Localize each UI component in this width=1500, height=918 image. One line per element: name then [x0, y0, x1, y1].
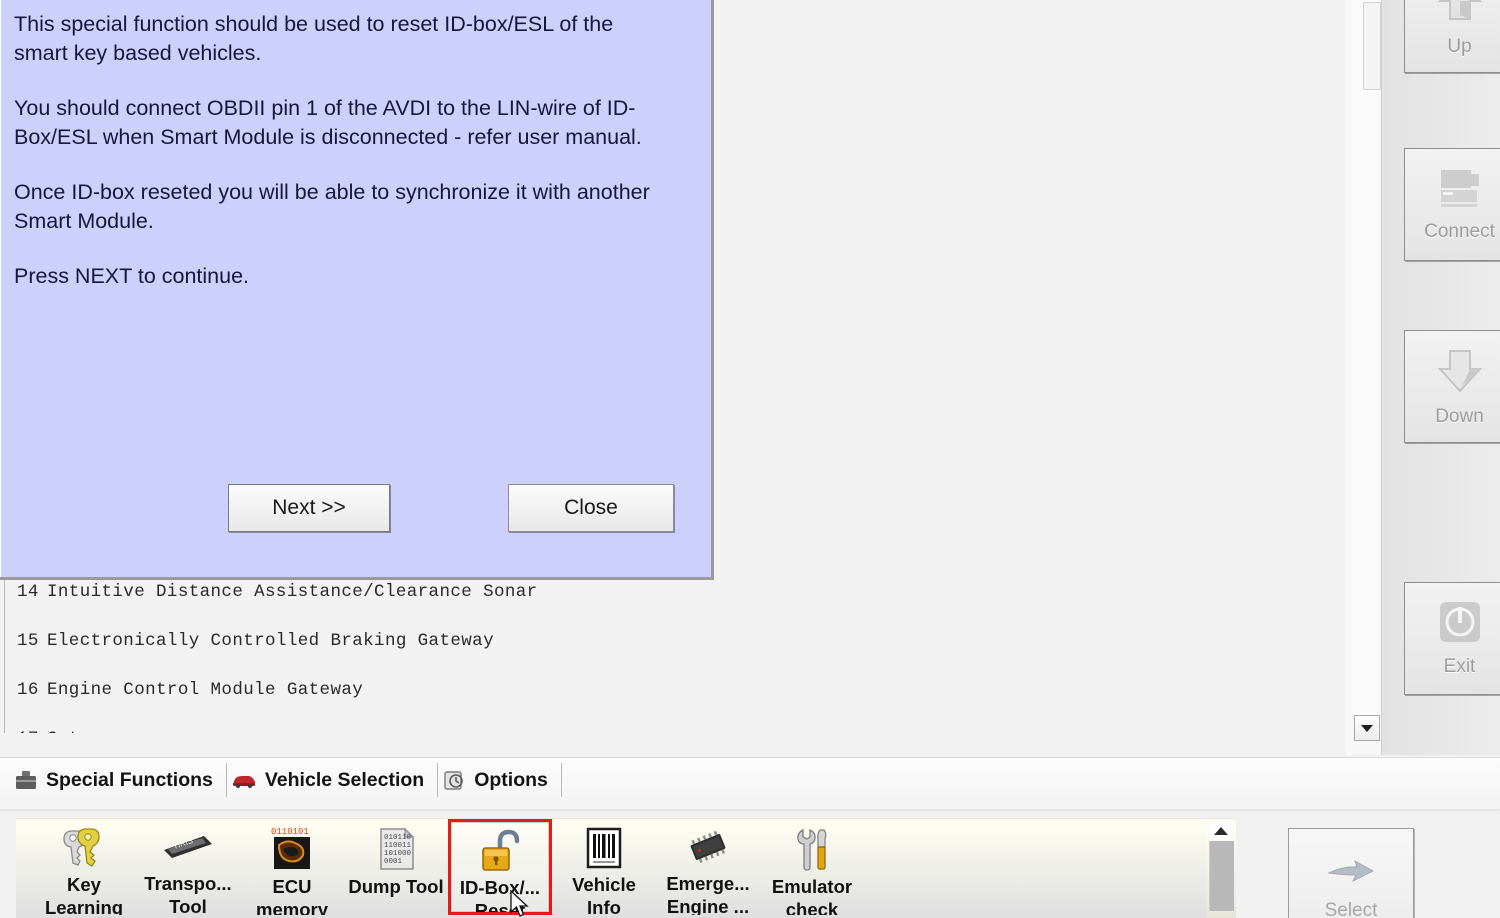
toolbar-item-label: Emerge... Engine ...	[666, 872, 750, 915]
svg-text:110011: 110011	[384, 842, 412, 850]
dump-file-icon: 010110 110011 101000 0001	[371, 825, 421, 873]
toolbar-item-label: Transpo... Tool	[144, 872, 232, 915]
svg-text:0110101: 0110101	[271, 827, 309, 837]
tab-label: Options	[474, 768, 548, 791]
tab-vehicle-selection[interactable]: Vehicle Selection	[227, 763, 437, 797]
toolbar-item-dump-tool[interactable]: 010110 110011 101000 0001 Dump Tool	[344, 819, 448, 915]
down-button[interactable]: Down	[1404, 330, 1500, 443]
tiris-transponder-icon: TIRIS	[160, 825, 216, 870]
module-list[interactable]: 14 Intuitive Distance Assistance/Clearan…	[4, 578, 1340, 733]
toolbox-icon	[14, 769, 38, 791]
list-item-label: Engine Control Module Gateway	[47, 680, 364, 700]
list-item-label: Gateway	[47, 729, 123, 733]
function-toolbar-items: Key Learning TIRIS Transpo... Tool 0110101	[16, 819, 1236, 918]
chevron-down-icon	[1361, 724, 1373, 732]
toolbar-item-transponder-tool[interactable]: TIRIS Transpo... Tool	[136, 819, 240, 915]
right-arrow-icon	[1325, 859, 1377, 890]
power-icon	[1437, 599, 1483, 650]
toolbar-vertical-scrollbar[interactable]	[1206, 819, 1236, 918]
list-item-label: Electronically Controlled Braking Gatewa…	[47, 631, 494, 651]
scrollbar-track[interactable]	[1352, 0, 1381, 715]
svg-text:101000: 101000	[384, 850, 412, 858]
down-arrow-icon	[1433, 345, 1487, 400]
svg-text:0001: 0001	[384, 858, 403, 866]
tab-special-functions[interactable]: Special Functions	[10, 763, 226, 797]
svg-text:010110: 010110	[384, 834, 412, 842]
toolbar-scrollbar-thumb[interactable]	[1209, 841, 1234, 911]
scrollbar-thumb[interactable]	[1363, 2, 1381, 90]
list-item-index: 15	[17, 631, 39, 651]
open-padlock-icon	[476, 828, 524, 874]
list-item-index: 16	[17, 680, 39, 700]
special-function-dialog: This special function should be used to …	[0, 0, 714, 580]
toolbar-scroll-up-button[interactable]	[1210, 822, 1232, 840]
list-item[interactable]: 15 Electronically Controlled Braking Gat…	[5, 627, 1340, 676]
list-item[interactable]: 16 Engine Control Module Gateway	[5, 676, 1340, 725]
right-button-sidebar: Up Connect Down Exit	[1381, 0, 1500, 755]
toolbar-item-id-box-reset[interactable]: ID-Box/... Reset	[448, 819, 552, 915]
chip-icon	[682, 825, 734, 870]
exit-button-label: Exit	[1443, 656, 1476, 677]
next-button[interactable]: Next >>	[228, 484, 390, 532]
tab-strip: Special Functions Vehicle Selection Opti…	[0, 757, 1500, 811]
content-vertical-scrollbar[interactable]	[1346, 0, 1382, 755]
dialog-paragraph: You should connect OBDII pin 1 of the AV…	[14, 96, 642, 149]
list-item[interactable]: 17 Gateway	[5, 725, 1340, 733]
toolbar-item-ecu-memory[interactable]: 0110101 ECU memory	[240, 819, 344, 915]
barcode-icon	[580, 825, 628, 871]
toolbar-item-emergency-engine[interactable]: Emerge... Engine ...	[656, 819, 760, 915]
dialog-message: This special function should be used to …	[0, 0, 711, 291]
list-item-index: 17	[5, 729, 47, 733]
toolbar-item-key-learning[interactable]: Key Learning	[32, 819, 136, 915]
connect-icon	[1437, 166, 1483, 215]
options-clock-icon	[442, 769, 466, 791]
chevron-up-icon	[1214, 827, 1228, 835]
keys-icon	[59, 825, 109, 871]
dialog-paragraph: Once ID-box reseted you will be able to …	[14, 180, 650, 233]
tab-separator	[560, 763, 562, 797]
tab-list: Special Functions Vehicle Selection Opti…	[0, 758, 1500, 802]
tab-label: Vehicle Selection	[264, 768, 425, 791]
scroll-down-button[interactable]	[1354, 715, 1380, 741]
tab-label: Special Functions	[46, 768, 213, 791]
toolbar-item-label: Key Learning	[44, 874, 124, 915]
down-button-label: Down	[1435, 406, 1484, 427]
connect-button[interactable]: Connect	[1404, 148, 1500, 261]
select-button[interactable]: Select	[1288, 828, 1414, 918]
list-item-label: Intuitive Distance Assistance/Clearance …	[47, 582, 538, 602]
tab-options[interactable]: Options	[438, 763, 561, 797]
application-window: 14 Intuitive Distance Assistance/Clearan…	[0, 0, 1500, 918]
up-arrow-icon	[1433, 0, 1487, 30]
close-button[interactable]: Close	[508, 484, 674, 532]
toolbar-item-label: Emulator check	[771, 876, 853, 915]
up-button[interactable]: Up	[1404, 0, 1500, 73]
exit-button[interactable]: Exit	[1404, 582, 1500, 695]
car-icon	[231, 771, 257, 789]
list-item-index: 14	[17, 582, 39, 602]
function-toolbar: Key Learning TIRIS Transpo... Tool 0110101	[16, 818, 1236, 918]
connect-button-label: Connect	[1424, 221, 1495, 242]
toolbar-item-label: ID-Box/... Reset	[459, 877, 541, 912]
tools-wrench-screwdriver-icon	[789, 825, 835, 873]
tab-strip-underline	[0, 809, 1500, 811]
ecu-memory-icon: 0110101	[265, 825, 319, 873]
toolbar-item-vehicle-info[interactable]: Vehicle Info	[552, 819, 656, 915]
toolbar-item-label: ECU memory	[256, 876, 328, 915]
list-item[interactable]: 14 Intuitive Distance Assistance/Clearan…	[5, 578, 1340, 627]
toolbar-item-label: Vehicle Info	[572, 874, 636, 915]
toolbar-item-emulator-check[interactable]: Emulator check	[760, 819, 864, 915]
up-button-label: Up	[1447, 36, 1472, 57]
toolbar-item-label: Dump Tool	[348, 876, 444, 897]
select-button-label: Select	[1324, 900, 1378, 918]
content-panel: 14 Intuitive Distance Assistance/Clearan…	[0, 0, 1382, 755]
dialog-paragraph: Press NEXT to continue.	[14, 264, 250, 288]
dialog-paragraph: This special function should be used to …	[14, 12, 614, 65]
